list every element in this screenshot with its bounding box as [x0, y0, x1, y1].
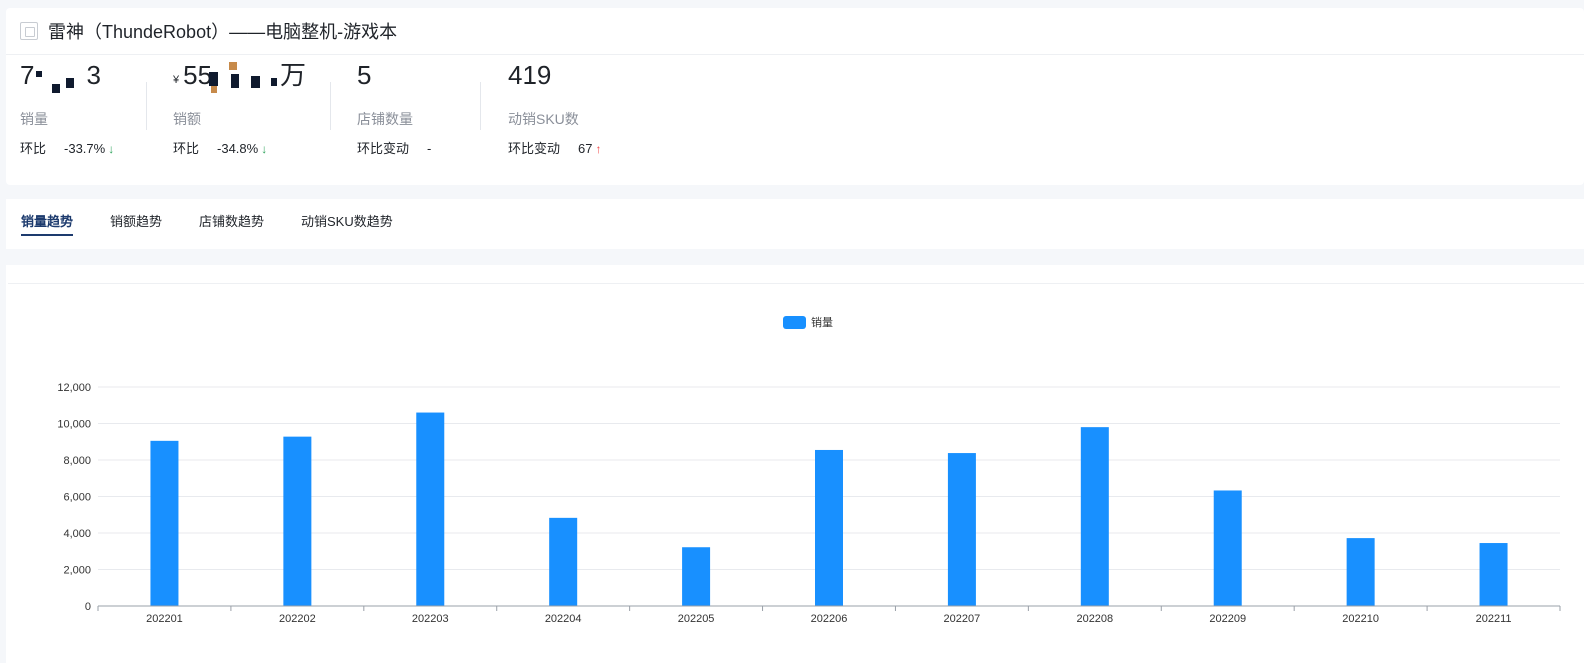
x-tick-label: 202208 — [1076, 613, 1113, 625]
y-tick-label: 12,000 — [57, 382, 91, 394]
bar-202207 — [947, 453, 976, 606]
y-tick-label: 4,000 — [63, 528, 91, 540]
bar-202206 — [815, 449, 843, 606]
y-tick-label: 2,000 — [63, 565, 91, 577]
x-tick-label: 202209 — [1209, 613, 1246, 625]
bar-202205 — [682, 547, 711, 606]
y-tick-label: 0 — [85, 601, 91, 613]
x-tick-label: 202201 — [146, 613, 183, 625]
x-tick-label: 202205 — [678, 613, 715, 625]
bar-202204 — [549, 517, 578, 606]
x-tick-label: 202202 — [279, 613, 316, 625]
bar-202202 — [283, 436, 312, 606]
x-tick-label: 202210 — [1342, 613, 1379, 625]
x-tick-label: 202203 — [412, 613, 449, 625]
sales-volume-bar-chart: 0 2,000 4,000 6,000 8,000 10,000 12,000 202201 2… — [57, 315, 1561, 625]
legend-swatch — [783, 316, 806, 329]
bar-202208 — [1080, 427, 1109, 606]
bar-202209 — [1213, 490, 1242, 606]
y-tick-label: 8,000 — [63, 455, 91, 467]
bar-202210 — [1346, 538, 1375, 606]
y-tick-label: 6,000 — [63, 492, 91, 504]
legend-label: 销量 — [811, 315, 833, 329]
bar-202203 — [416, 412, 445, 606]
x-tick-label: 202204 — [545, 613, 582, 625]
bar-202201 — [150, 440, 179, 606]
bar-202211 — [1479, 543, 1508, 606]
y-tick-label: 10,000 — [57, 419, 91, 431]
x-tick-label: 202211 — [1476, 613, 1512, 625]
x-tick-label: 202207 — [944, 613, 981, 625]
x-tick-label: 202206 — [811, 613, 848, 625]
